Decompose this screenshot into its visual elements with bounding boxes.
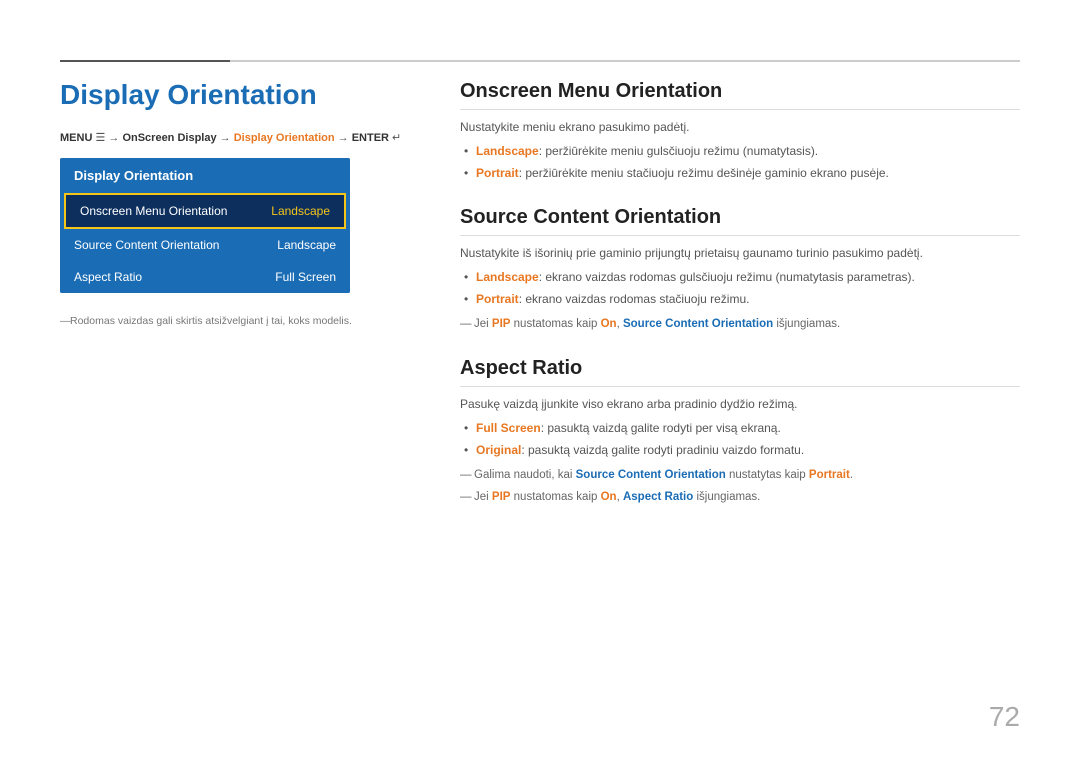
arrow3: → [338,132,352,144]
arrow2: → [220,132,234,144]
section-intro-source: Nustatykite iš išorinių prie gaminio pri… [460,246,1020,260]
note-source-pip: Jei PIP nustatomas kaip On, Source Conte… [460,316,1020,333]
section-aspect-ratio: Aspect Ratio Pasukę vaizdą įjunkite viso… [460,357,1020,506]
kw-portrait-1: Portrait [476,166,519,180]
row-label-aspect: Aspect Ratio [74,270,142,284]
onscreen-display-link: OnScreen Display [122,132,216,144]
note-aspect-pip: Jei PIP nustatomas kaip On, Aspect Ratio… [460,489,1020,506]
bullet-aspect-original: Original: pasuktą vaizdą galite rodyti p… [460,441,1020,459]
row-value-aspect: Full Screen [275,270,336,284]
kw-landscape-1: Landscape [476,144,539,158]
bullet-list-onscreen: Landscape: peržiūrėkite meniu gulsčiuoju… [460,142,1020,182]
kw-pip-1: PIP [492,318,511,330]
bullet-source-landscape: Landscape: ekrano vaizdas rodomas gulsči… [460,268,1020,286]
enter-keyword: ENTER [352,132,389,144]
kw-landscape-2: Landscape [476,270,539,284]
note-aspect-source-portrait: Galima naudoti, kai Source Content Orien… [460,467,1020,484]
right-column: Onscreen Menu Orientation Nustatykite me… [460,80,1020,530]
page-title: Display Orientation [60,80,420,111]
section-title-onscreen: Onscreen Menu Orientation [460,80,1020,110]
section-title-source: Source Content Orientation [460,206,1020,236]
display-box-row-onscreen[interactable]: Onscreen Menu Orientation Landscape [64,193,346,229]
bullet-onscreen-portrait: Portrait: peržiūrėkite meniu stačiuoju r… [460,164,1020,182]
kw-original: Original [476,443,521,457]
arrow1: → [108,132,122,144]
kw-source-content-1: Source Content Orientation [623,318,773,330]
kw-pip-2: PIP [492,491,511,503]
kw-aspect-ratio: Aspect Ratio [623,491,693,503]
bullet-list-aspect: Full Screen: pasuktą vaizdą galite rodyt… [460,419,1020,459]
page-number: 72 [989,701,1020,733]
row-label-onscreen: Onscreen Menu Orientation [80,204,227,218]
menu-path: MENU ☰ → OnScreen Display → Display Orie… [60,131,420,144]
section-source-content: Source Content Orientation Nustatykite i… [460,206,1020,333]
kw-on-2: On [601,491,617,503]
display-box-row-source[interactable]: Source Content Orientation Landscape [60,229,350,261]
section-intro-onscreen: Nustatykite meniu ekrano pasukimo padėtį… [460,120,1020,134]
top-line-accent [60,60,230,62]
bullet-source-portrait: Portrait: ekrano vaizdas rodomas stačiuo… [460,290,1020,308]
bullet-list-source: Landscape: ekrano vaizdas rodomas gulsči… [460,268,1020,308]
kw-fullscreen: Full Screen [476,421,541,435]
enter-icon: ↵ [392,132,401,144]
menu-keyword: MENU [60,132,92,144]
row-value-source: Landscape [277,238,336,252]
row-label-source: Source Content Orientation [74,238,219,252]
display-orientation-link: Display Orientation [234,132,335,144]
kw-portrait-3: Portrait [809,469,850,481]
menu-icon: ☰ [95,132,108,144]
left-column: Display Orientation MENU ☰ → OnScreen Di… [60,80,420,327]
kw-on-1: On [601,318,617,330]
display-box-row-aspect[interactable]: Aspect Ratio Full Screen [60,261,350,293]
row-value-onscreen: Landscape [271,204,330,218]
left-footnote: Rodomas vaizdas gali skirtis atsižvelgia… [60,315,420,327]
display-box-title: Display Orientation [60,158,350,193]
section-intro-aspect: Pasukę vaizdą įjunkite viso ekrano arba … [460,397,1020,411]
section-title-aspect: Aspect Ratio [460,357,1020,387]
display-orientation-box: Display Orientation Onscreen Menu Orient… [60,158,350,293]
bullet-onscreen-landscape: Landscape: peržiūrėkite meniu gulsčiuoju… [460,142,1020,160]
kw-portrait-2: Portrait [476,292,519,306]
section-onscreen-menu: Onscreen Menu Orientation Nustatykite me… [460,80,1020,182]
bullet-aspect-fullscreen: Full Screen: pasuktą vaizdą galite rodyt… [460,419,1020,437]
kw-source-content-2: Source Content Orientation [576,469,726,481]
